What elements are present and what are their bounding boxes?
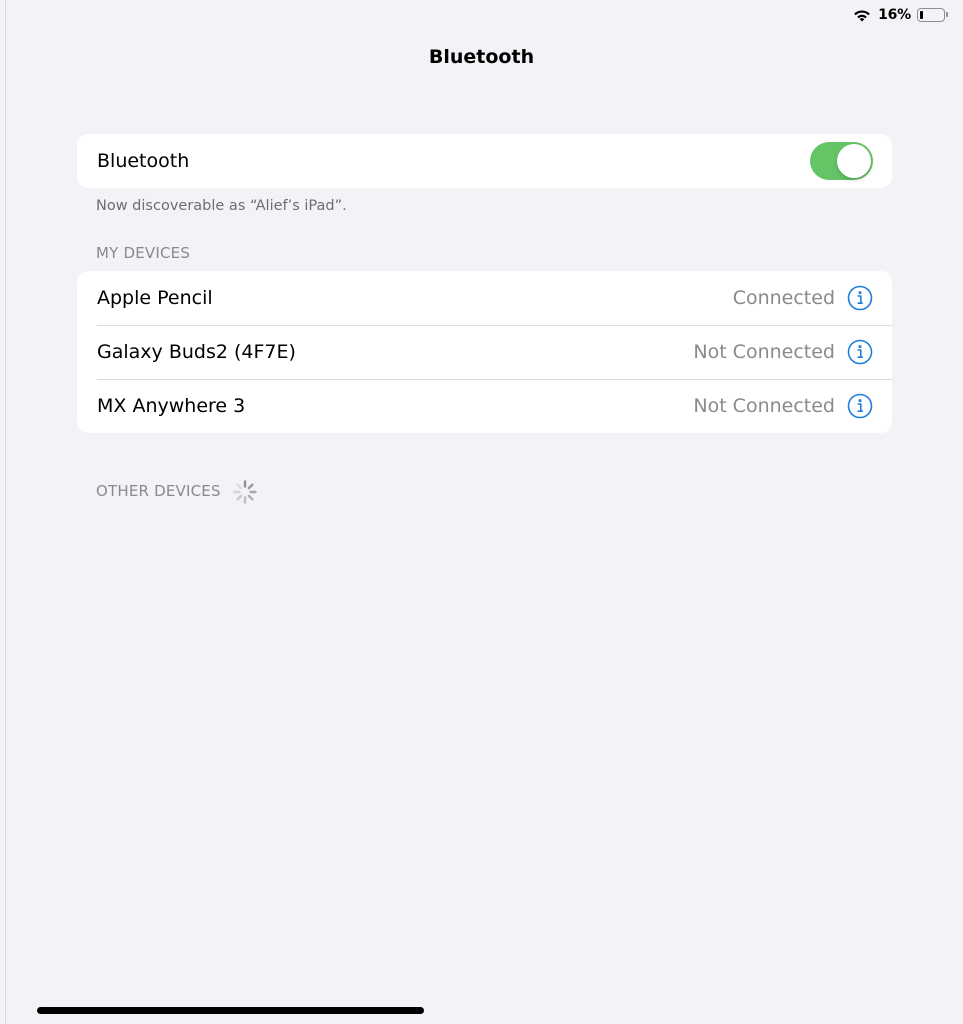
battery-percentage: 16% bbox=[878, 7, 911, 23]
device-status: Not Connected bbox=[693, 341, 835, 363]
wifi-icon bbox=[854, 10, 870, 22]
bluetooth-toggle-row: Bluetooth bbox=[77, 134, 892, 188]
device-status: Connected bbox=[732, 287, 835, 309]
battery-icon bbox=[917, 8, 948, 22]
page-title: Bluetooth bbox=[428, 46, 535, 68]
info-icon[interactable] bbox=[847, 393, 873, 419]
my-devices-list: Apple Pencil Connected Galaxy Buds2 (4F7… bbox=[77, 271, 892, 433]
other-devices-header: OTHER DEVICES bbox=[96, 482, 221, 500]
bluetooth-toggle-card: Bluetooth bbox=[77, 134, 892, 188]
device-status: Not Connected bbox=[693, 395, 835, 417]
device-name: MX Anywhere 3 bbox=[97, 395, 246, 417]
device-name: Apple Pencil bbox=[97, 287, 213, 309]
status-bar: 16% bbox=[852, 4, 948, 26]
device-row-apple-pencil[interactable]: Apple Pencil Connected bbox=[77, 271, 892, 325]
my-devices-header: MY DEVICES bbox=[96, 244, 191, 262]
left-edge bbox=[0, 0, 6, 1024]
battery-level-fill bbox=[920, 11, 923, 19]
device-row-galaxy-buds2[interactable]: Galaxy Buds2 (4F7E) Not Connected bbox=[77, 325, 892, 379]
device-row-mx-anywhere-3[interactable]: MX Anywhere 3 Not Connected bbox=[77, 379, 892, 433]
device-name: Galaxy Buds2 (4F7E) bbox=[97, 341, 296, 363]
info-icon[interactable] bbox=[847, 339, 873, 365]
info-icon[interactable] bbox=[847, 285, 873, 311]
bluetooth-toggle-switch[interactable] bbox=[810, 142, 873, 180]
toggle-knob bbox=[837, 144, 871, 178]
loading-spinner-icon bbox=[233, 480, 257, 504]
home-indicator[interactable] bbox=[37, 1007, 424, 1014]
discoverable-note: Now discoverable as “Alief’s iPad”. bbox=[96, 198, 347, 214]
bluetooth-toggle-label: Bluetooth bbox=[97, 150, 190, 172]
